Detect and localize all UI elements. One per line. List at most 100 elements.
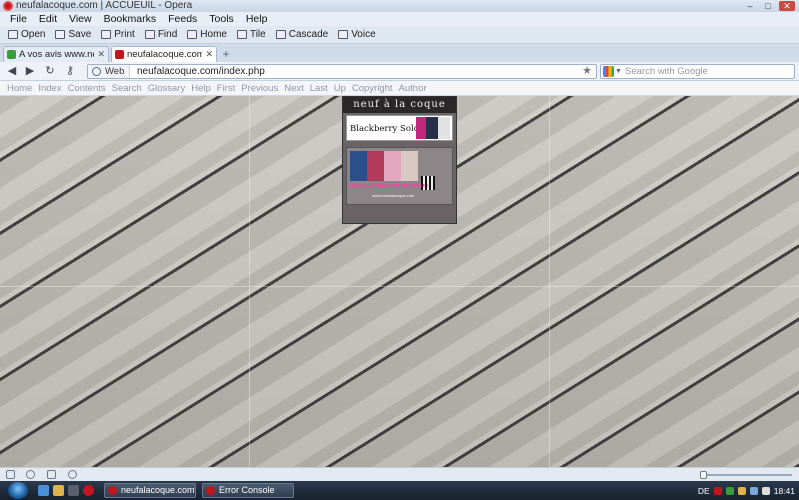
navlink-first[interactable]: First [214,81,238,95]
clock[interactable]: 18:41 [774,486,795,496]
menu-bookmarks[interactable]: Bookmarks [98,12,163,26]
site-favicon-icon [115,50,124,59]
language-indicator[interactable]: DE [698,486,710,496]
network-tray-icon[interactable] [749,486,758,495]
navlink-up[interactable]: Up [331,81,349,95]
tray-app-icon[interactable] [737,486,746,495]
menu-bar: File Edit View Bookmarks Feeds Tools Hel… [0,12,799,26]
panel-toggle-icon[interactable] [6,470,15,479]
back-icon[interactable]: ◀ [5,65,19,78]
window-title: neufalacoque.com | ACCUEUIL - Opera [16,0,193,11]
forward-icon[interactable]: ▶ [23,65,37,78]
cascade-icon [275,30,286,39]
tile-button[interactable]: Tile [233,29,270,40]
bookmark-star-icon[interactable]: ★ [582,65,592,78]
home-icon [187,30,198,39]
print-icon [101,30,112,39]
menu-file[interactable]: File [4,12,33,26]
google-icon [603,66,614,77]
search-field[interactable]: ▼ Search with Google [600,64,795,79]
promo-banner[interactable]: NEUFALACOQUE.COM EN MOBILE ! www.neufala… [346,147,453,205]
navlink-previous[interactable]: Previous [238,81,281,95]
tile-seam [549,96,550,467]
globe-icon [92,67,101,76]
home-button[interactable]: Home [183,29,231,40]
tile-icon [236,30,247,39]
tray-app-icon[interactable] [725,486,734,495]
main-toolbar: Open Save Print Find Home Tile Cascade V… [0,26,799,44]
menu-edit[interactable]: Edit [33,12,63,26]
close-tab-icon[interactable]: ✕ [97,49,105,60]
search-placeholder: Search with Google [625,66,708,77]
close-window-button[interactable]: ✕ [779,1,795,11]
navlink-copyright[interactable]: Copyright [349,81,396,95]
tile-seam [0,286,799,287]
open-button[interactable]: Open [4,29,49,40]
opera-icon [108,486,117,495]
zoom-slider-handle[interactable] [700,471,707,479]
tray-app-icon[interactable] [713,486,722,495]
tab-avis[interactable]: A vos avis www.neufal... ✕ [3,46,109,62]
folder-icon [8,30,18,39]
window-controls: – □ ✕ [743,1,795,11]
navlink-next[interactable]: Next [281,81,307,95]
find-icon [144,30,155,39]
navlink-author[interactable]: Author [396,81,430,95]
find-button[interactable]: Find [141,29,181,40]
site-panel: neuf à la coque Blackberry Sold NEUFALAC… [342,96,457,224]
site-favicon-icon [7,50,16,59]
task-error-console[interactable]: Error Console [202,483,294,498]
promo-text: NEUFALACOQUE.COM EN MOBILE ! [350,183,429,188]
print-button[interactable]: Print [97,29,139,40]
cascade-button[interactable]: Cascade [272,29,332,40]
tile-seam [249,96,250,467]
opera-logo-icon [3,1,13,11]
explorer-icon[interactable] [53,485,64,496]
windows-taskbar: neufalacoque.com | ... Error Console DE … [0,481,799,500]
navlink-home[interactable]: Home [4,81,35,95]
maximize-button[interactable]: □ [761,1,775,11]
new-tab-icon[interactable]: + [219,48,233,62]
desktop-icon[interactable] [68,485,79,496]
navlink-help[interactable]: Help [188,81,214,95]
dropdown-arrow-icon[interactable]: ▼ [615,65,622,78]
system-tray: DE 18:41 [698,481,795,500]
tab-bar: A vos avis www.neufal... ✕ neufalacoque.… [0,44,799,62]
opera-icon [206,486,215,495]
zoom-slider-track[interactable] [700,474,792,476]
save-button[interactable]: Save [51,29,95,40]
url-field[interactable]: Web neufalacoque.com/index.php ★ [87,64,597,79]
menu-feeds[interactable]: Feeds [162,12,203,26]
menu-help[interactable]: Help [240,12,274,26]
volume-icon[interactable] [761,486,770,495]
speed-dial-icon[interactable] [68,470,77,479]
navlink-glossary[interactable]: Glossary [145,81,188,95]
start-button[interactable] [8,482,28,499]
save-icon [55,30,66,39]
close-tab-icon[interactable]: ✕ [205,49,213,60]
address-bar: ◀ ▶ ↻ ⚷ Web neufalacoque.com/index.php ★… [0,62,799,81]
site-header[interactable]: neuf à la coque [343,97,456,113]
cloud-icon[interactable] [26,470,35,479]
reload-icon[interactable]: ↻ [43,65,57,78]
minimize-button[interactable]: – [743,1,757,11]
tab-neufalacoque[interactable]: neufalacoque.com | A... ✕ [111,46,217,62]
task-opera-window[interactable]: neufalacoque.com | ... [104,483,196,498]
key-icon[interactable]: ⚷ [63,65,77,78]
voice-button[interactable]: Voice [334,29,379,40]
navlink-last[interactable]: Last [307,81,331,95]
ie-icon[interactable] [38,485,49,496]
navlink-search[interactable]: Search [109,81,145,95]
url-text: neufalacoque.com/index.php [137,66,265,77]
network-icon[interactable] [47,470,56,479]
menu-view[interactable]: View [63,12,98,26]
navlink-contents[interactable]: Contents [65,81,109,95]
opera-quick-icon[interactable] [83,485,94,496]
blackberry-card[interactable]: Blackberry Sold [346,115,453,141]
navigation-links-bar: Home Index Contents Search Glossary Help… [0,81,799,96]
status-bar [0,467,799,481]
web-badge: Web [88,65,130,78]
navlink-index[interactable]: Index [35,81,64,95]
menu-tools[interactable]: Tools [203,12,240,26]
window-titlebar: neufalacoque.com | ACCUEUIL - Opera – □ … [0,0,799,12]
